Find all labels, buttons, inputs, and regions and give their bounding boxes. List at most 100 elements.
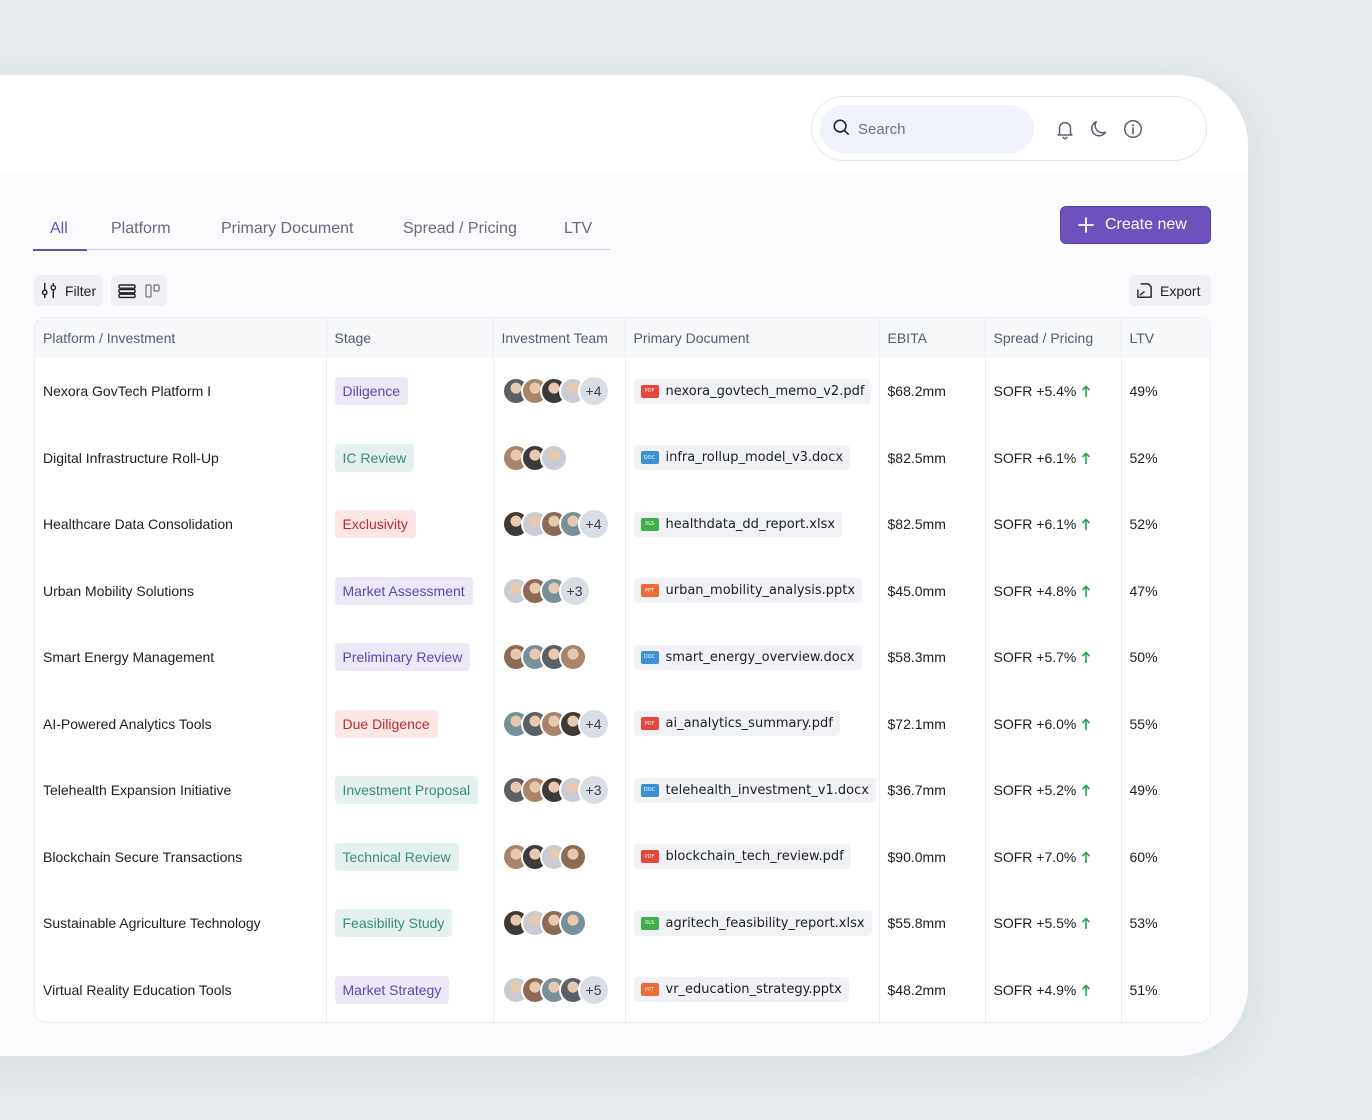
platform-name[interactable]: Telehealth Expansion Initiative (35, 757, 327, 824)
more-members-badge[interactable]: +5 (577, 973, 610, 1006)
avatar-group[interactable]: +3 (501, 774, 625, 807)
stage-badge[interactable]: Investment Proposal (334, 776, 479, 805)
stage-cell: Market Strategy (326, 956, 494, 1022)
table-row[interactable]: Smart Energy Management Preliminary Revie… (35, 624, 1210, 691)
document-chip[interactable]: XLS healthdata_dd_report.xlsx (633, 511, 843, 537)
more-members-badge[interactable]: +3 (577, 774, 610, 807)
table-row[interactable]: Urban Mobility Solutions Market Assessmen… (35, 557, 1210, 624)
ebita-value: $55.8mm (879, 890, 986, 957)
arrow-up-icon (1082, 718, 1091, 730)
pricing-value: SOFR +5.4% (993, 383, 1077, 400)
pricing-cell: SOFR +5.7% (985, 624, 1122, 691)
document-chip[interactable]: DOC infra_rollup_model_v3.docx (633, 445, 851, 471)
tab-platform[interactable]: Platform (111, 220, 171, 238)
stage-badge[interactable]: Preliminary Review (334, 643, 471, 672)
document-chip[interactable]: XLS agritech_feasibility_report.xlsx (633, 910, 872, 936)
avatar-group[interactable]: +4 (501, 375, 625, 408)
avatar-group[interactable] (501, 909, 625, 938)
platform-name[interactable]: Virtual Reality Education Tools (35, 956, 327, 1022)
avatar-group[interactable]: +4 (501, 508, 625, 541)
more-members-badge[interactable]: +4 (577, 508, 610, 541)
table-body: Nexora GovTech Platform I Diligence +4 PDF n… (35, 358, 1210, 1022)
avatar-group[interactable]: +3 (501, 574, 625, 607)
tab-primary-document[interactable]: Primary Document (221, 220, 353, 238)
document-chip[interactable]: PDF nexora_govtech_memo_v2.pdf (633, 378, 872, 404)
table-row[interactable]: Nexora GovTech Platform I Diligence +4 PDF n… (35, 358, 1210, 425)
avatar[interactable] (558, 842, 587, 871)
avatar-group[interactable]: +5 (501, 973, 625, 1006)
view-toggle[interactable] (111, 275, 167, 306)
document-chip[interactable]: PDF blockchain_tech_review.pdf (633, 844, 851, 870)
search-box[interactable] (820, 105, 1034, 153)
export-button[interactable]: Export (1129, 275, 1211, 306)
avatar[interactable] (558, 909, 587, 938)
avatar-group[interactable]: +4 (501, 707, 625, 740)
column-header-ebita[interactable]: EBITA (879, 318, 986, 358)
doc-file-icon: DOC (640, 451, 659, 465)
avatar-group[interactable] (501, 842, 625, 871)
platform-name[interactable]: Smart Energy Management (35, 624, 327, 691)
stage-badge[interactable]: IC Review (334, 443, 415, 472)
table-row[interactable]: Healthcare Data Consolidation Exclusivity… (35, 491, 1210, 558)
avatar[interactable] (539, 443, 568, 472)
filter-button[interactable]: Filter (34, 275, 103, 306)
tab-spread-pricing[interactable]: Spread / Pricing (403, 220, 517, 238)
column-header-ltv[interactable]: LTV (1121, 318, 1210, 358)
column-header-spread-pricing[interactable]: Spread / Pricing (985, 318, 1122, 358)
team-cell: +5 (493, 956, 626, 1022)
platform-name[interactable]: AI-Powered Analytics Tools (35, 690, 327, 757)
avatar-group[interactable] (501, 443, 625, 472)
ltv-value: 47% (1129, 582, 1158, 599)
avatar-group[interactable] (501, 643, 625, 672)
document-chip[interactable]: PDF ai_analytics_summary.pdf (633, 711, 840, 737)
platform-name[interactable]: Healthcare Data Consolidation (35, 491, 327, 558)
table-row[interactable]: Digital Infrastructure Roll-Up IC Review D… (35, 424, 1210, 491)
team-cell: +4 (493, 491, 626, 558)
stage-badge[interactable]: Market Strategy (334, 975, 450, 1004)
avatar[interactable] (558, 643, 587, 672)
tab-all[interactable]: All (50, 220, 68, 238)
column-header-investment-team[interactable]: Investment Team (493, 318, 626, 358)
table-row[interactable]: AI-Powered Analytics Tools Due Diligence +… (35, 690, 1210, 757)
create-new-button[interactable]: Create new (1060, 206, 1211, 244)
document-cell: PDF ai_analytics_summary.pdf (625, 690, 880, 757)
list-view-icon[interactable] (117, 281, 137, 301)
stage-badge[interactable]: Due Diligence (334, 709, 438, 738)
pricing-cell: SOFR +5.2% (985, 757, 1122, 824)
pdf-file-icon: PDF (640, 717, 659, 731)
stage-cell: Technical Review (326, 823, 494, 890)
platform-name[interactable]: Urban Mobility Solutions (35, 557, 327, 624)
moon-icon[interactable] (1088, 118, 1110, 140)
document-chip[interactable]: PPT urban_mobility_analysis.pptx (633, 578, 863, 604)
stage-badge[interactable]: Diligence (334, 377, 409, 406)
table-row[interactable]: Virtual Reality Education Tools Market St… (35, 956, 1210, 1022)
document-chip[interactable]: PPT vr_education_strategy.pptx (633, 977, 849, 1003)
stage-badge[interactable]: Market Assessment (334, 576, 473, 605)
column-header-primary-document[interactable]: Primary Document (625, 318, 880, 358)
stage-cell: IC Review (326, 424, 494, 491)
info-icon[interactable] (1122, 118, 1144, 140)
more-members-badge[interactable]: +4 (577, 375, 610, 408)
ltv-value: 51% (1129, 981, 1158, 998)
bell-icon[interactable] (1054, 118, 1076, 140)
column-header-platform[interactable]: Platform / Investment (35, 318, 327, 358)
platform-name[interactable]: Sustainable Agriculture Technology (35, 890, 327, 957)
board-view-icon[interactable] (143, 281, 163, 301)
column-header-stage[interactable]: Stage (326, 318, 494, 358)
table-row[interactable]: Blockchain Secure Transactions Technical … (35, 823, 1210, 890)
platform-name[interactable]: Digital Infrastructure Roll-Up (35, 424, 327, 491)
table-row[interactable]: Telehealth Expansion Initiative Investmen… (35, 757, 1210, 824)
document-chip[interactable]: DOC telehealth_investment_v1.docx (633, 777, 876, 803)
platform-name[interactable]: Blockchain Secure Transactions (35, 823, 327, 890)
tab-ltv[interactable]: LTV (564, 220, 592, 238)
stage-badge[interactable]: Technical Review (334, 842, 459, 871)
stage-badge[interactable]: Feasibility Study (334, 909, 453, 938)
search-input[interactable] (858, 120, 1018, 138)
more-members-badge[interactable]: +3 (558, 574, 591, 607)
document-chip[interactable]: DOC smart_energy_overview.docx (633, 644, 862, 670)
table-row[interactable]: Sustainable Agriculture Technology Feasib… (35, 890, 1210, 957)
arrow-up-icon (1082, 385, 1091, 398)
stage-badge[interactable]: Exclusivity (334, 510, 416, 539)
more-members-badge[interactable]: +4 (577, 707, 610, 740)
platform-name[interactable]: Nexora GovTech Platform I (35, 358, 327, 425)
